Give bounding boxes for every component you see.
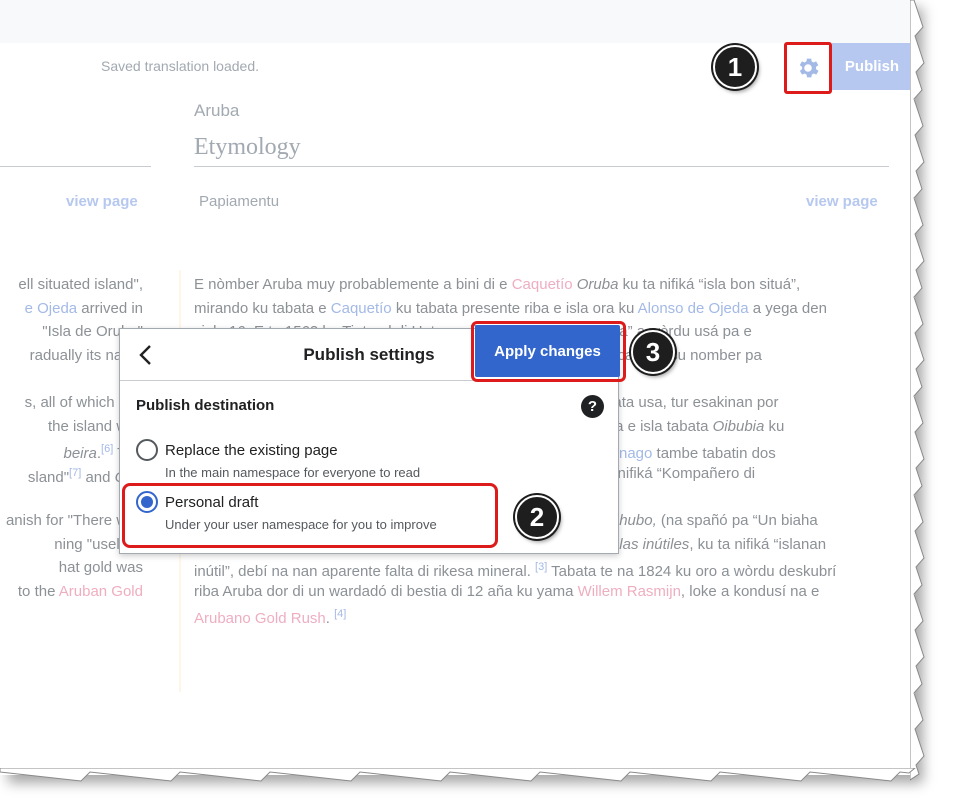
step-marker-3: 3 [631, 330, 675, 374]
personal-draft-label[interactable]: Personal draft [165, 494, 258, 511]
reference-mark[interactable]: [3] [535, 561, 547, 573]
article-link[interactable]: Caquetío [331, 300, 392, 317]
text-run: to the [17, 582, 59, 600]
text-run: hat gold was [58, 559, 143, 577]
text-run: ell situated island", [18, 276, 143, 293]
publish-button[interactable]: Publish [832, 43, 912, 90]
text-run: beira [63, 445, 97, 463]
text-run: tambe tabatin dos [652, 445, 776, 463]
text-run: riba Aruba dor di un wardadó di bestia d… [194, 582, 578, 600]
help-icon[interactable]: ? [581, 395, 604, 418]
paragraph-line: mirando ku tabata e Caquetío ku tabata p… [194, 297, 827, 321]
text-run: ku tabata presente riba e isla ora ku [391, 299, 638, 317]
settings-button[interactable] [784, 42, 832, 94]
text-run: islas inútiles [608, 535, 690, 553]
text-run: , ku ta nifiká “islanan [689, 535, 827, 553]
replace-page-radio[interactable] [136, 439, 158, 461]
article-link[interactable]: Willem Rasmijn [578, 583, 681, 600]
text-run: . [325, 610, 335, 628]
paragraph-line: e Ojeda arrived in [25, 297, 143, 321]
save-status: Saved translation loaded. [101, 58, 259, 74]
target-view-page-link[interactable]: view page [806, 193, 878, 210]
article-link[interactable]: Alonso de Ojeda [638, 300, 749, 317]
text-run: ku [764, 417, 785, 435]
text-run: sland" [27, 468, 70, 486]
paragraph-line: riba Aruba dor di un wardadó di bestia d… [194, 580, 819, 604]
target-title-underline [194, 166, 889, 167]
torn-edge-shape [910, 0, 925, 781]
source-title-underline [0, 166, 151, 167]
app-window: Saved translation loaded. Publish view p… [0, 0, 915, 775]
text-run: mirando ku tabata e [194, 299, 331, 317]
text-run: , loke a kondusí na e [680, 582, 820, 600]
source-view-page-link[interactable]: view page [66, 193, 138, 210]
article-link[interactable]: Caquetío [512, 276, 573, 293]
paragraph-line: E nòmber Aruba muy probablemente a bini … [194, 273, 800, 297]
article-link[interactable]: Arubano Gold Rush [194, 610, 326, 627]
gear-icon [799, 58, 819, 78]
reference-mark[interactable]: [7] [69, 467, 81, 479]
step-marker-1: 1 [713, 45, 757, 89]
text-run: arrived in [77, 299, 143, 317]
publish-destination-label: Publish destination [136, 397, 275, 414]
reference-mark[interactable]: [6] [101, 443, 113, 455]
text-run: Tabata te na 1824 ku oro a wòrdu deskubr… [547, 563, 837, 581]
top-band [0, 0, 915, 43]
text-run: Oibubia [712, 417, 765, 435]
target-section-title[interactable]: Etymology [194, 134, 301, 161]
text-run: and [81, 468, 115, 486]
article-link[interactable]: Aruban Gold [59, 583, 143, 600]
text-run: (na spañó pa “Un biaha [656, 512, 818, 529]
personal-draft-description: Under your user namespace for you to imp… [165, 517, 437, 532]
target-article-title: Aruba [194, 101, 240, 120]
replace-page-description: In the main namespace for everyone to re… [165, 465, 421, 480]
paragraph-line: hat gold was [59, 556, 143, 580]
article-link[interactable]: e Ojeda [25, 300, 78, 317]
text-run: ku ta nifiká “isla bon situá”, [618, 276, 801, 293]
apply-changes-button[interactable]: Apply changes [475, 325, 620, 377]
torn-edge-bottom [0, 768, 916, 782]
step-marker-2: 2 [515, 495, 559, 539]
torn-edge-right [910, 0, 925, 781]
text-run: Oruba [576, 276, 619, 293]
target-language-label: Papiamentu [199, 193, 280, 210]
reference-mark[interactable]: [4] [334, 608, 346, 620]
paragraph-line: to the Aruban Gold [18, 580, 143, 604]
replace-page-label[interactable]: Replace the existing page [165, 442, 338, 459]
text-run: E nòmber Aruba muy probablemente a bini … [194, 276, 512, 293]
personal-draft-radio[interactable] [136, 491, 158, 513]
paragraph-line: ell situated island", [18, 273, 143, 297]
draft-highlight-box [122, 483, 498, 548]
text-run: a yega den [748, 299, 827, 317]
paragraph-line: Arubano Gold Rush. [4] [194, 603, 346, 631]
torn-edge-shape [0, 768, 916, 782]
text-run: inútil”, debí na nan aparente falta di r… [194, 563, 536, 581]
